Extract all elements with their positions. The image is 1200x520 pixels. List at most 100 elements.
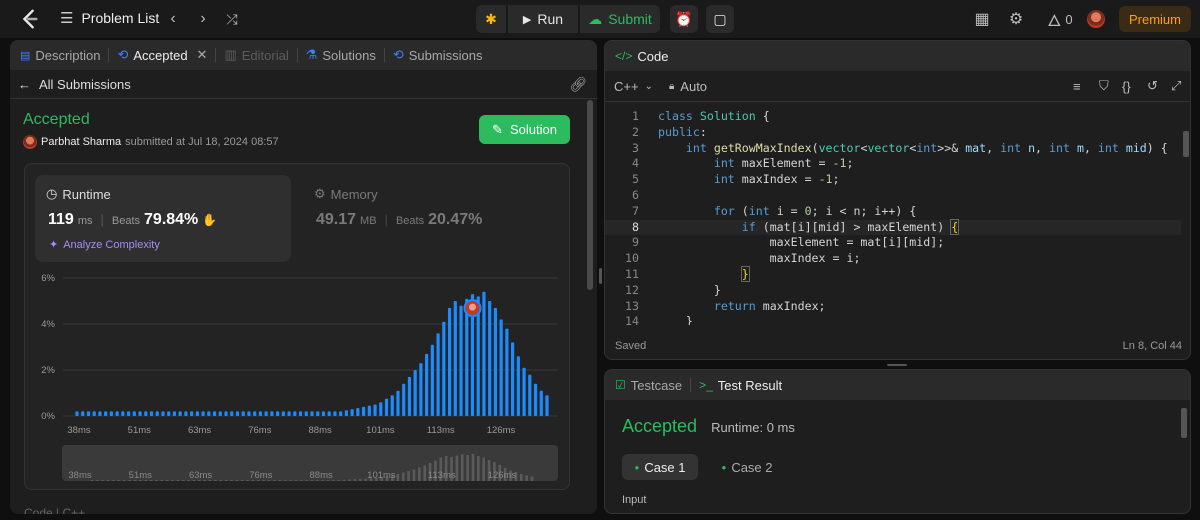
line-number: 1 [632,109,639,123]
tab-accepted-label: Accepted [133,47,188,63]
vertical-resize-handle[interactable] [599,268,602,284]
tab-testcase-label: Testcase [630,377,683,393]
close-icon[interactable]: ✕ [197,47,208,63]
submit-button[interactable]: ☁ Submit [580,5,660,33]
tab-editorial-label: Editorial [241,47,289,63]
tab-submissions[interactable]: ⟲ Submissions [385,47,491,63]
mini-bar [396,474,400,481]
bar [184,411,188,416]
editor-scrollbar[interactable] [1183,131,1189,157]
mini-bar [101,480,105,481]
bar [247,411,251,416]
username[interactable]: Parbhat Sharma [41,136,121,148]
solution-button[interactable]: ✎ Solution [479,115,570,144]
tab-description[interactable]: ▤ Description [10,48,108,63]
memory-card[interactable]: ⚙ Memory 49.17 MB | Beats 20.47% [303,175,559,262]
auto-mode[interactable]: 🔒︎ Auto [669,79,707,94]
mini-bar [117,480,121,481]
x-tick-label: 126ms [487,425,516,436]
line-number: 8 [632,219,639,234]
horizontal-resize-handle[interactable] [887,364,907,366]
case-2-label: Case 2 [731,459,773,475]
case-2-tab[interactable]: ● Case 2 [709,454,785,480]
all-submissions-link[interactable]: ← All Submissions [18,77,131,92]
language-select[interactable]: C++ ⌄ [614,79,653,94]
code-line: 8 if (mat[i][mid] > maxElement) { [605,218,1181,236]
format-icon[interactable]: ≡ [1073,79,1081,94]
tab-testcase[interactable]: ☑ Testcase [605,378,690,393]
shuffle-icon[interactable]: ⤮ [222,9,242,29]
code-editor[interactable]: 1 class Solution { 2 public: 3 int getRowM… [605,109,1181,325]
submitted-time: submitted at Jul 18, 2024 08:57 [125,136,279,148]
run-submit-group: ✱ ▶ Run ☁ Submit ⏰ ▢ [476,5,734,33]
streak-counter[interactable]: 🜂 0 [1040,9,1080,30]
bar [356,407,360,416]
note-icon: ▢ [713,10,727,27]
chevron-right-icon[interactable]: › [193,9,213,29]
mini-bar [358,479,362,481]
bar [104,411,108,416]
problem-list-button[interactable]: ☰ Problem List [60,9,159,27]
runtime-card[interactable]: ◷ Runtime 119 ms | Beats 79.84% ✋ ✦ Anal… [35,175,291,262]
bar [126,411,131,416]
user-marker-face [468,303,476,311]
line-number: 2 [632,124,639,139]
result-tabs: ☑ Testcase >_ Test Result [605,370,1190,400]
bar [350,409,354,416]
link-icon[interactable]: 🔗︎ [569,76,587,93]
checkbox-icon: ☑ [615,378,626,392]
reset-icon[interactable]: ↺ [1147,78,1158,94]
left-tabs: ▤ Description ⟲ Accepted ✕ ▥ Editorial ⚗… [10,40,597,70]
tab-solutions[interactable]: ⚗ Solutions [298,47,384,63]
run-button[interactable]: ▶ Run [508,5,578,33]
code-panel: </> Code C++ ⌄ 🔒︎ Auto ≡ ⛉ {} ↺ ⤢ 1 class… [604,40,1191,360]
bar [339,411,343,416]
code-line: 6 [605,188,1181,204]
mini-x-tick-label: 88ms [310,470,333,481]
bar [287,411,291,416]
bar [407,376,412,416]
tab-test-result[interactable]: >_ Test Result [691,378,790,393]
avatar[interactable] [1087,10,1105,28]
chevron-left-icon[interactable]: ‹ [163,9,183,29]
edit-icon: ✎ [492,121,503,137]
code-line: 10 maxIndex = i; [605,251,1181,267]
bar [75,411,79,416]
mini-bar [460,454,464,481]
braces-icon[interactable]: {} [1122,79,1131,94]
mini-bar [455,455,459,481]
clap-icon: ✋ [202,213,218,227]
bookmark-icon[interactable]: ⛉ [1099,78,1109,94]
layout-grid-icon[interactable]: ▦ [972,9,992,29]
chart-range-slider[interactable]: 38ms 51ms 63ms 76ms 88ms 101ms 113ms 126ms [62,445,558,481]
scrollbar[interactable] [587,100,593,290]
mini-bar [171,480,174,481]
y-tick-label: 0% [41,411,55,422]
all-submissions-label: All Submissions [39,77,131,92]
problem-list-label: Problem List [81,10,160,26]
bar [459,305,463,416]
gear-icon[interactable]: ⚙ [1006,9,1026,29]
tab-accepted[interactable]: ⟲ Accepted ✕ [109,47,215,63]
notes-button[interactable]: ▢ [706,5,734,33]
result-scrollbar[interactable] [1181,408,1187,438]
mini-bar [219,480,223,481]
tab-editorial[interactable]: ▥ Editorial [216,47,296,63]
case-1-tab[interactable]: ● Case 1 [622,454,698,480]
result-status-row: Accepted Runtime: 0 ms [622,416,795,437]
bar [321,411,326,416]
analyze-complexity-link[interactable]: ✦ Analyze Complexity [49,238,160,252]
bar [109,411,113,416]
premium-button[interactable]: Premium [1119,6,1191,32]
bar [488,301,492,416]
mini-x-tick-label: 126ms [488,470,517,481]
mini-bar [348,479,351,481]
submitter-row: Parbhat Sharma submitted at Jul 18, 2024… [23,135,279,149]
debug-button[interactable]: ✱ [476,5,506,33]
timer-button[interactable]: ⏰ [670,5,698,33]
expand-icon[interactable]: ⤢ [1171,78,1181,94]
mini-bar [423,465,426,481]
mini-bar [176,480,180,481]
tab-code[interactable]: </> Code [605,49,676,64]
leetcode-logo-icon[interactable] [18,8,40,30]
